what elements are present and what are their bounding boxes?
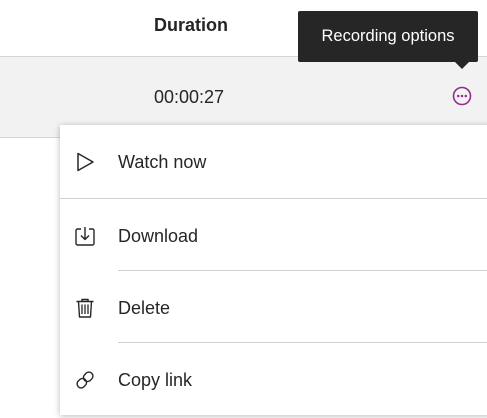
menu-item-label: Copy link (118, 370, 193, 390)
menu-item-watch-now[interactable]: Watch now (60, 125, 487, 197)
recordings-panel: Duration 00:00:27 Recording options Watc… (0, 0, 487, 418)
menu-item-delete[interactable]: Delete (60, 271, 487, 343)
duration-cell: 00:00:27 (154, 87, 225, 107)
play-icon (74, 151, 96, 173)
recording-options-button[interactable] (452, 86, 472, 106)
menu-item-label: Download (118, 226, 199, 246)
menu-item-label: Watch now (118, 152, 207, 172)
download-icon (74, 225, 96, 247)
trash-icon (74, 297, 96, 319)
recording-options-tooltip: Recording options (298, 11, 478, 62)
menu-item-label: Delete (118, 298, 171, 318)
link-icon (74, 369, 96, 391)
duration-column-header[interactable]: Duration (154, 15, 228, 36)
more-horizontal-icon (452, 86, 472, 106)
menu-item-download[interactable]: Download (60, 199, 487, 271)
recording-options-menu: Watch now Download Delete Copy link (60, 125, 487, 415)
menu-item-copy-link[interactable]: Copy link (60, 343, 487, 415)
tooltip-arrow (454, 61, 470, 69)
